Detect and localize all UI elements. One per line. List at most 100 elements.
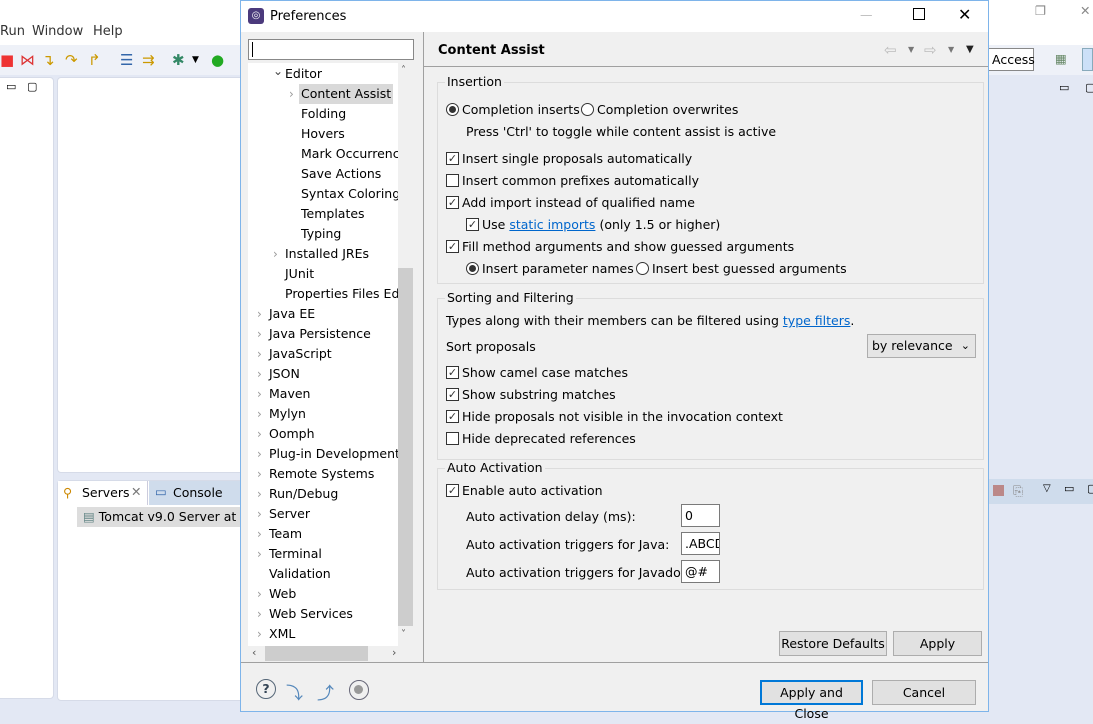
tree-item[interactable]: › Content Assist <box>248 84 398 104</box>
minimize-icon[interactable]: ▭ <box>1059 81 1069 94</box>
tree-item[interactable]: ⌄ Editor <box>248 64 398 84</box>
chevron-right-icon[interactable]: › <box>257 364 262 384</box>
use-step-filters-icon[interactable]: ⇉ <box>142 52 155 68</box>
tree-item[interactable]: › Mylyn <box>248 404 398 424</box>
scroll-up-icon[interactable]: ˄ <box>401 65 406 76</box>
checkbox-checked[interactable]: ✓ <box>466 218 479 231</box>
checkbox-checked[interactable]: ✓ <box>446 410 459 423</box>
chevron-right-icon[interactable]: › <box>257 464 262 484</box>
tree-item[interactable]: › Plug-in Development <box>248 444 398 464</box>
chevron-right-icon[interactable]: › <box>257 484 262 504</box>
chevron-right-icon[interactable]: › <box>257 304 262 324</box>
chevron-right-icon[interactable]: › <box>257 384 262 404</box>
tree-item[interactable]: › Java Persistence <box>248 324 398 344</box>
checkbox-checked[interactable]: ✓ <box>446 484 459 497</box>
restore-window-icon[interactable]: ❐ <box>1035 3 1046 18</box>
radio-unchecked[interactable] <box>581 103 594 116</box>
stop-icon[interactable] <box>993 485 1004 496</box>
help-icon[interactable]: ? <box>256 679 276 699</box>
step-return-icon[interactable]: ↱ <box>88 52 101 68</box>
tree-horizontal-scrollbar[interactable]: ‹ › <box>248 646 414 662</box>
tree-vertical-scrollbar[interactable]: ˄ ˅ <box>398 63 414 646</box>
tree-item[interactable]: Save Actions <box>248 164 398 184</box>
tree-item[interactable]: › Team <box>248 524 398 544</box>
chevron-right-icon[interactable]: › <box>257 504 262 524</box>
sash-divider[interactable] <box>423 32 424 662</box>
chevron-right-icon[interactable]: › <box>257 324 262 344</box>
server-entry[interactable]: ▤ Tomcat v9.0 Server at lo <box>77 507 240 527</box>
checkbox-unchecked[interactable] <box>446 432 459 445</box>
maximize-icon[interactable]: ▢ <box>27 80 37 93</box>
insert-best-guessed-radio[interactable]: Insert best guessed arguments <box>636 261 847 276</box>
hide-not-visible-checkbox[interactable]: ✓ Hide proposals not visible in the invoc… <box>446 409 783 424</box>
insert-single-checkbox[interactable]: ✓ Insert single proposals automatically <box>446 151 692 166</box>
copy-icon[interactable]: ⎘ <box>1013 483 1023 499</box>
chevron-right-icon[interactable]: › <box>257 424 262 444</box>
radio-checked[interactable] <box>466 262 479 275</box>
apply-button[interactable]: Apply <box>893 631 982 656</box>
radio-unchecked[interactable] <box>636 262 649 275</box>
chevron-right-icon[interactable]: › <box>257 344 262 364</box>
vertical-scroll-thumb[interactable] <box>398 268 413 626</box>
static-imports-link[interactable]: static imports <box>509 217 595 232</box>
enable-auto-activation-checkbox[interactable]: ✓ Enable auto activation <box>446 483 603 498</box>
close-dialog-icon[interactable]: ✕ <box>958 5 971 24</box>
disconnect-icon[interactable]: ⋈ <box>20 52 35 68</box>
debug-dropdown-icon[interactable]: ▼ <box>192 52 199 68</box>
scroll-right-icon[interactable]: › <box>392 646 396 659</box>
forward-icon[interactable]: ⇨ <box>924 41 937 59</box>
restore-defaults-button[interactable]: Restore Defaults <box>779 631 887 656</box>
menu-help[interactable]: Help <box>93 24 123 39</box>
use-static-imports-checkbox[interactable]: ✓ Use static imports (only 1.5 or higher) <box>466 217 720 232</box>
chevron-right-icon[interactable]: › <box>257 444 262 464</box>
tree-item[interactable]: › Server <box>248 504 398 524</box>
tree-item[interactable]: › Web <box>248 584 398 604</box>
fill-arguments-checkbox[interactable]: ✓ Fill method arguments and show guessed … <box>446 239 794 254</box>
tree-item[interactable]: › JSON <box>248 364 398 384</box>
tree-item[interactable]: Typing <box>248 224 398 244</box>
delay-input[interactable]: 0 <box>681 504 720 527</box>
tree-item[interactable]: › Web Services <box>248 604 398 624</box>
java-triggers-input[interactable]: .ABCD <box>681 532 720 555</box>
horizontal-scroll-thumb[interactable] <box>265 646 368 661</box>
quick-access-field[interactable]: Access <box>988 48 1035 71</box>
checkbox-checked[interactable]: ✓ <box>446 196 459 209</box>
drop-to-frame-icon[interactable]: ☰ <box>120 52 133 68</box>
step-over-icon[interactable]: ↷ <box>65 52 78 68</box>
back-icon[interactable]: ⇦ <box>884 41 897 59</box>
minimize-icon[interactable]: ▭ <box>1064 482 1074 495</box>
chevron-right-icon[interactable]: › <box>257 404 262 424</box>
close-icon[interactable]: ✕ <box>131 484 141 499</box>
step-into-icon[interactable]: ↴ <box>42 52 55 68</box>
hide-deprecated-checkbox[interactable]: Hide deprecated references <box>446 431 636 446</box>
tree-item[interactable]: › Java EE <box>248 304 398 324</box>
minimize-icon[interactable]: ▭ <box>6 80 16 93</box>
menu-window[interactable]: Window <box>32 24 83 39</box>
maximize-icon[interactable]: ▢ <box>1087 482 1093 495</box>
tree-item[interactable]: JUnit <box>248 264 398 284</box>
chevron-right-icon[interactable]: › <box>257 604 262 624</box>
type-filters-link[interactable]: type filters <box>783 313 851 328</box>
tree-item[interactable]: Templates <box>248 204 398 224</box>
tree-item[interactable]: Syntax Coloring <box>248 184 398 204</box>
checkbox-checked[interactable]: ✓ <box>446 240 459 253</box>
chevron-right-icon[interactable]: › <box>257 624 262 644</box>
forward-dropdown-icon[interactable]: ▼ <box>948 45 954 54</box>
checkbox-checked[interactable]: ✓ <box>446 152 459 165</box>
cancel-button[interactable]: Cancel <box>872 680 976 705</box>
tree-item[interactable]: Properties Files Editor <box>248 284 398 304</box>
checkbox-checked[interactable]: ✓ <box>446 388 459 401</box>
tree-item[interactable]: › Installed JREs <box>248 244 398 264</box>
tab-servers[interactable]: ⚲ Servers ✕ <box>58 481 148 505</box>
perspective-icon[interactable] <box>1082 48 1093 71</box>
maximize-icon[interactable]: ▢ <box>1085 81 1093 94</box>
camel-case-checkbox[interactable]: ✓ Show camel case matches <box>446 365 628 380</box>
chevron-right-icon[interactable]: › <box>257 524 262 544</box>
radio-checked[interactable] <box>446 103 459 116</box>
debug-icon[interactable]: ✱ <box>172 52 185 68</box>
back-dropdown-icon[interactable]: ▼ <box>908 45 914 54</box>
tree-item[interactable]: › Terminal <box>248 544 398 564</box>
chevron-right-icon[interactable]: › <box>257 544 262 564</box>
checkbox-checked[interactable]: ✓ <box>446 366 459 379</box>
tree-item[interactable]: › Run/Debug <box>248 484 398 504</box>
